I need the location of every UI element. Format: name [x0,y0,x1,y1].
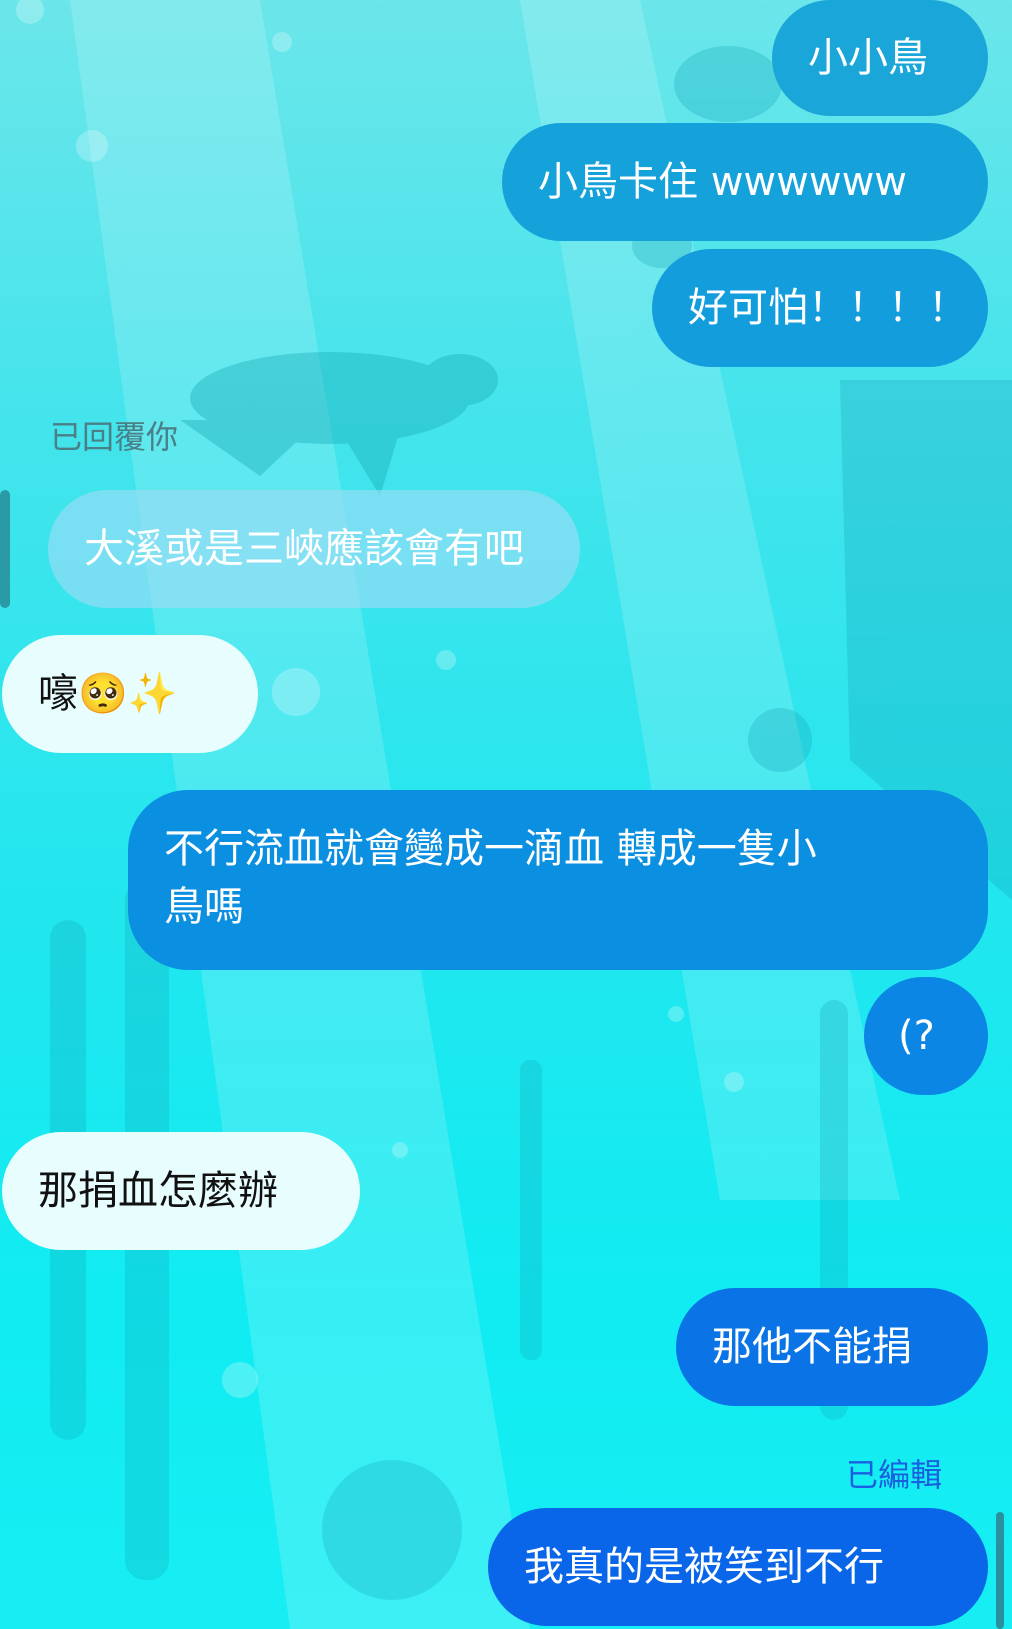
reply-quote-bubble[interactable]: 大溪或是三峽應該會有吧 [48,490,580,608]
message-bubble-incoming[interactable]: 嚎🥺✨ [2,635,258,753]
message-text-line: 不行流血就會變成一滴血 轉成一隻小 [164,826,817,872]
message-text-line: 鳥嗎 [164,884,244,930]
message-bubble-outgoing[interactable]: (? [864,977,988,1095]
scrollbar[interactable] [996,1512,1004,1629]
message-text: 小小鳥 [808,35,928,81]
message-text: (? [898,1013,935,1059]
message-bubble-outgoing[interactable]: 我真的是被笑到不行 [488,1508,988,1626]
message-text: 我真的是被笑到不行 [524,1544,884,1590]
message-text: 那捐血怎麼辦 [38,1168,278,1214]
message-bubble-outgoing[interactable]: 那他不能捐 [676,1288,988,1406]
edited-label: 已編輯 [846,1456,943,1494]
message-text: 小鳥卡住 wwwwww [538,159,908,205]
message-text: 嚎🥺✨ [38,671,178,717]
message-bubble-outgoing[interactable]: 小小鳥 [772,0,988,116]
message-bubble-outgoing[interactable]: 不行流血就會變成一滴血 轉成一隻小 鳥嗎 [128,790,988,970]
quoted-message-text: 大溪或是三峽應該會有吧 [84,526,524,572]
message-bubble-incoming[interactable]: 那捐血怎麼辦 [2,1132,360,1250]
message-text: 那他不能捐 [712,1324,912,1370]
message-bubble-outgoing[interactable]: 小鳥卡住 wwwwww [502,123,988,241]
message-text: 好可怕！！！！ [688,285,968,331]
reply-quote-bar [0,490,10,608]
reply-indicator-label: 已回覆你 [50,418,179,456]
message-bubble-outgoing[interactable]: 好可怕！！！！ [652,249,988,367]
